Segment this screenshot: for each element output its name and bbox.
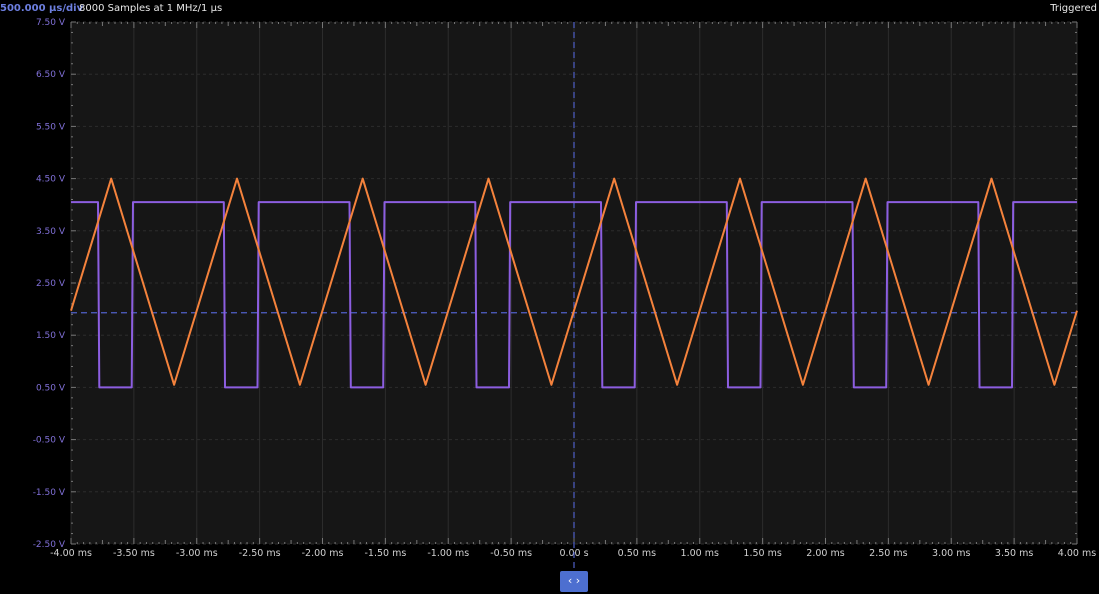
x-tick-label: -2.50 ms xyxy=(239,548,281,559)
y-tick-label: 2.50 V xyxy=(36,279,66,289)
x-tick-label: -3.50 ms xyxy=(113,548,155,559)
x-tick-label: -1.00 ms xyxy=(427,548,469,559)
y-tick-label: 7.50 V xyxy=(36,18,66,28)
x-tick-label: 1.00 ms xyxy=(681,548,719,559)
x-tick-label: 2.50 ms xyxy=(869,548,907,559)
y-tick-label: -0.50 V xyxy=(33,436,66,446)
y-tick-label: 5.50 V xyxy=(36,122,66,132)
y-tick-label: 3.50 V xyxy=(36,227,66,237)
chevron-left-right-icon: ‹ › xyxy=(567,574,581,587)
y-tick-label: -1.50 V xyxy=(33,488,66,498)
x-tick-label: 3.50 ms xyxy=(995,548,1033,559)
x-tick-label: 3.00 ms xyxy=(932,548,970,559)
x-tick-label: 0.50 ms xyxy=(618,548,656,559)
x-tick-label: -3.00 ms xyxy=(176,548,218,559)
x-tick-label: -0.50 ms xyxy=(490,548,532,559)
y-tick-label: 0.50 V xyxy=(36,383,66,393)
y-tick-label: 4.50 V xyxy=(36,175,66,185)
pan-button[interactable]: ‹ › xyxy=(560,571,588,592)
scope-plot[interactable]: -4.00 ms -3.50 ms -3.00 ms -2.50 ms -2.00 ms… xyxy=(0,0,1099,594)
y-tick-label: 6.50 V xyxy=(36,70,66,80)
x-tick-label: 1.50 ms xyxy=(743,548,781,559)
y-tick-label: 1.50 V xyxy=(36,331,66,341)
x-tick-label: -2.00 ms xyxy=(302,548,344,559)
y-tick-label: -2.50 V xyxy=(33,540,66,550)
x-tick-label: 4.00 ms xyxy=(1058,548,1096,559)
x-tick-label: 2.00 ms xyxy=(806,548,844,559)
x-tick-label: -1.50 ms xyxy=(364,548,406,559)
